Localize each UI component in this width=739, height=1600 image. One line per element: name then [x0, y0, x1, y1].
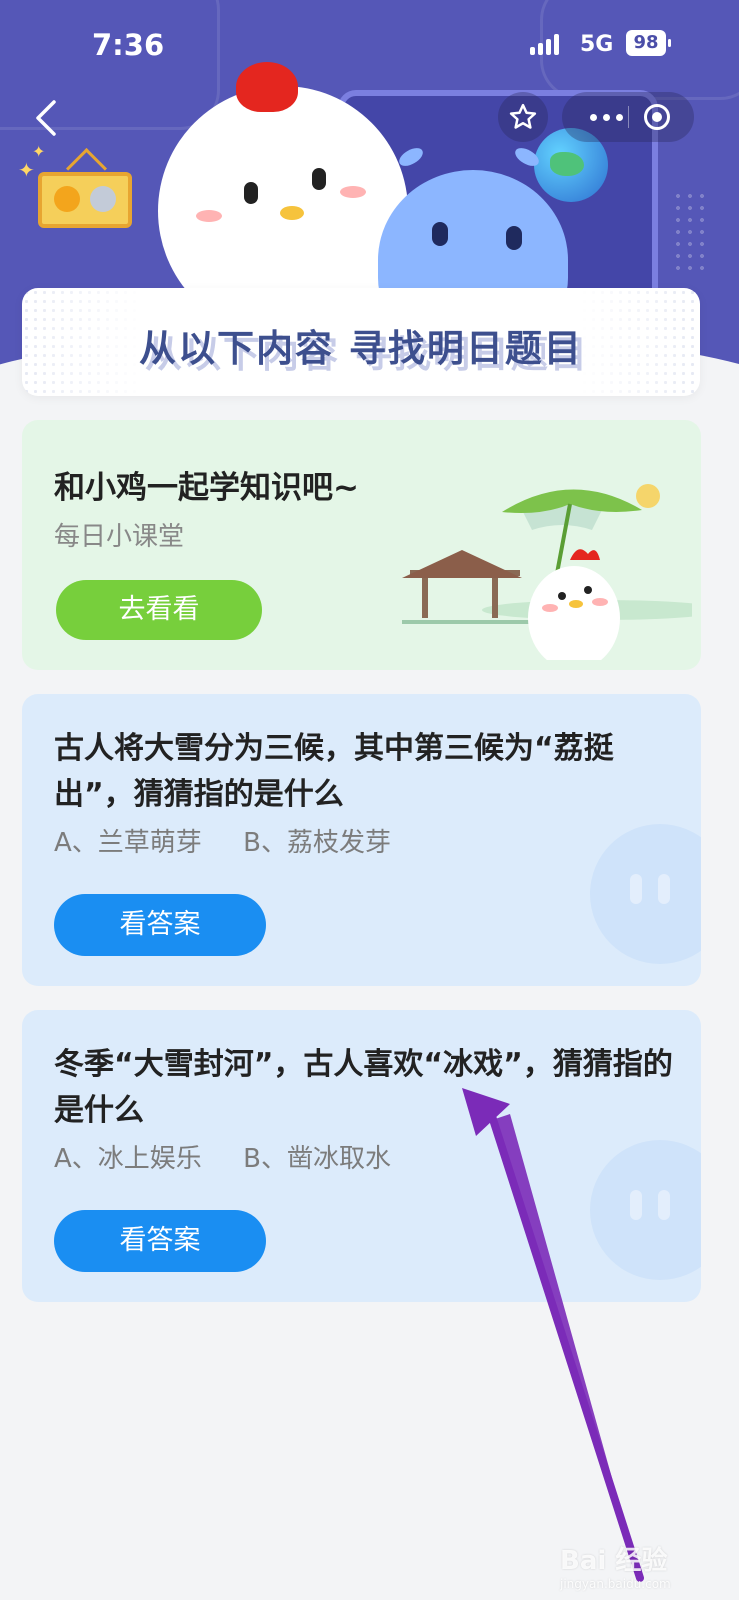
- chicken-cheek: [196, 210, 222, 222]
- alien-eye: [432, 222, 448, 246]
- status-time: 7:36: [92, 28, 165, 62]
- lesson-title: 和小鸡一起学知识吧~: [54, 470, 359, 506]
- view-answer-button[interactable]: 看答案: [54, 894, 266, 956]
- question-card: 冬季“大雪封河”，古人喜欢“冰戏”，猜猜指的是什么 A、冰上娱乐 B、凿冰取水 …: [22, 1010, 701, 1302]
- chat-bubble-icon: [590, 1140, 701, 1280]
- gold-medal-icon: [54, 186, 80, 212]
- chicken-cheek: [340, 186, 366, 198]
- chicken-beak: [280, 206, 304, 220]
- chicken-eye: [244, 182, 258, 204]
- back-icon: [36, 100, 56, 136]
- target-icon[interactable]: [644, 104, 670, 130]
- signal-icon: [530, 33, 560, 55]
- question-options: A、兰草萌芽 B、荔枝发芽: [54, 828, 391, 858]
- go-see-button[interactable]: 去看看: [56, 580, 262, 640]
- alien-eye: [506, 226, 522, 250]
- star-icon: [509, 103, 537, 129]
- lesson-card: 和小鸡一起学知识吧~ 每日小课堂 去看看: [22, 420, 701, 670]
- miniprogram-capsule: [562, 92, 694, 142]
- question-card: 古人将大雪分为三候，其中第三候为“荔挺出”，猜猜指的是什么 A、兰草萌芽 B、荔…: [22, 694, 701, 986]
- battery-icon: 98: [626, 30, 671, 56]
- chat-bubble-icon: [590, 824, 701, 964]
- watermark-url: jingyan.baidu.com: [560, 1577, 671, 1591]
- chicken-eye: [312, 168, 326, 190]
- title-banner: 从以下内容 寻找明日题目 从以下内容 寻找明日题目: [22, 288, 700, 396]
- question-options: A、冰上娱乐 B、凿冰取水: [54, 1144, 391, 1174]
- lesson-subtitle: 每日小课堂: [54, 522, 185, 552]
- more-dots-icon[interactable]: [584, 92, 628, 142]
- watermark-brand: Bai 经验: [560, 1546, 668, 1576]
- network-type: 5G: [580, 32, 614, 57]
- capsule-divider: [628, 106, 629, 128]
- back-button[interactable]: [32, 96, 60, 140]
- medal-frame: [38, 172, 132, 228]
- sparkle-icon: ✦: [18, 158, 35, 182]
- question-text: 古人将大雪分为三候，其中第三候为“荔挺出”，猜猜指的是什么: [54, 731, 614, 812]
- status-bar: 7:36 5G 98: [0, 0, 739, 88]
- baidu-jingyan-watermark: Bai 经验 jingyan.baidu.com: [560, 1540, 671, 1591]
- sparkle-icon: ✦: [32, 142, 46, 161]
- chicken-lotus-leaf-illustration: [402, 484, 692, 660]
- view-answer-button[interactable]: 看答案: [54, 1210, 266, 1272]
- question-text: 冬季“大雪封河”，古人喜欢“冰戏”，猜猜指的是什么: [54, 1047, 673, 1128]
- banner-title: 从以下内容 寻找明日题目: [139, 327, 583, 370]
- silver-medal-icon: [90, 186, 116, 212]
- favorite-button[interactable]: [498, 92, 548, 142]
- decor-dots: [672, 190, 712, 270]
